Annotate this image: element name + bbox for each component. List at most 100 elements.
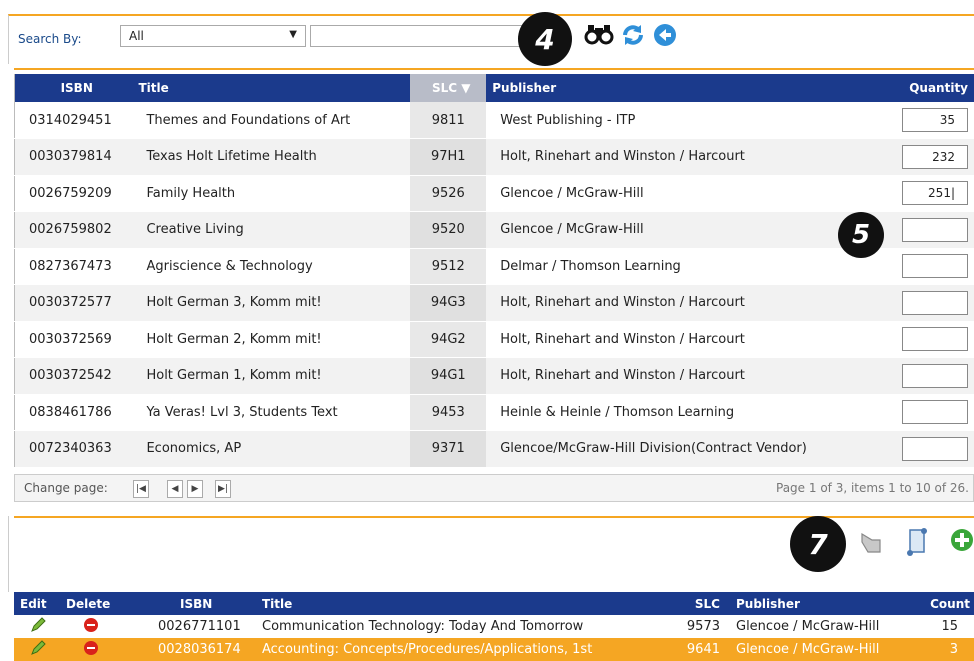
count-cell: 15	[914, 615, 974, 638]
quantity-input[interactable]	[902, 400, 968, 424]
title-cell: Family Health	[132, 175, 410, 212]
publisher-cell: Delmar / Thomson Learning	[486, 248, 894, 285]
col-publisher-2[interactable]: Publisher	[730, 592, 914, 615]
title-cell: Themes and Foundations of Art	[132, 102, 410, 139]
table-row[interactable]: 0072340363Economics, AP9371Glencoe/McGra…	[15, 431, 974, 468]
table-row[interactable]: 0030372542Holt German 1, Komm mit!94G1Ho…	[15, 358, 974, 395]
first-page-icon[interactable]: |◀	[133, 480, 149, 498]
quantity-input[interactable]	[902, 327, 968, 351]
slc-cell: 94G3	[410, 285, 486, 322]
isbn-cell: 0072340363	[15, 431, 133, 468]
quantity-input[interactable]	[902, 218, 968, 242]
col-edit: Edit	[14, 592, 60, 615]
publisher-cell: Holt, Rinehart and Winston / Harcourt	[486, 321, 894, 358]
quantity-input[interactable]: 251|	[902, 181, 968, 205]
add-icon[interactable]	[950, 526, 974, 554]
title-cell: Communication Technology: Today And Tomo…	[256, 615, 666, 638]
table-row[interactable]: 0030379814Texas Holt Lifetime Health97H1…	[15, 139, 974, 176]
isbn-cell: 0838461786	[15, 394, 133, 431]
quantity-input[interactable]: 35	[902, 108, 968, 132]
binoculars-icon[interactable]	[584, 22, 614, 46]
table-row[interactable]: 0827367473Agriscience & Technology9512De…	[15, 248, 974, 285]
col-title[interactable]: Title	[132, 74, 410, 102]
callout-badge-5: 5	[838, 212, 884, 258]
quantity-input[interactable]: 232	[902, 145, 968, 169]
pencil-icon[interactable]	[30, 645, 46, 660]
slc-cell: 9520	[410, 212, 486, 249]
table-row[interactable]: 0314029451Themes and Foundations of Art9…	[15, 102, 974, 139]
slc-cell: 9453	[410, 394, 486, 431]
col-count[interactable]: Count	[914, 592, 974, 615]
list-item[interactable]: 0026771101Communication Technology: Toda…	[14, 615, 974, 638]
delete-icon[interactable]	[84, 641, 98, 655]
last-page-icon[interactable]: ▶|	[215, 480, 231, 498]
title-cell: Holt German 1, Komm mit!	[132, 358, 410, 395]
next-page-icon[interactable]: ▶	[187, 480, 203, 498]
col-publisher[interactable]: Publisher	[486, 74, 894, 102]
back-arrow-icon[interactable]	[652, 22, 678, 48]
count-cell: 3	[914, 638, 974, 661]
table-row[interactable]: 0026759802Creative Living9520Glencoe / M…	[15, 212, 974, 249]
title-cell: Economics, AP	[132, 431, 410, 468]
isbn-cell: 0026759209	[15, 175, 133, 212]
title-cell: Holt German 2, Komm mit!	[132, 321, 410, 358]
col-slc-2[interactable]: SLC	[666, 592, 730, 615]
quantity-input[interactable]	[902, 364, 968, 388]
prev-page-icon[interactable]: ◀	[167, 480, 183, 498]
search-field-value: All	[129, 29, 144, 43]
col-isbn[interactable]: ISBN	[15, 74, 133, 102]
isbn-cell: 0314029451	[15, 102, 133, 139]
title-cell: Accounting: Concepts/Procedures/Applicat…	[256, 638, 666, 661]
table-row[interactable]: 0030372577Holt German 3, Komm mit!94G3Ho…	[15, 285, 974, 322]
callout-badge-4: 4	[518, 12, 572, 66]
title-cell: Ya Veras! Lvl 3, Students Text	[132, 394, 410, 431]
slc-cell: 9573	[666, 615, 730, 638]
slc-cell: 94G1	[410, 358, 486, 395]
isbn-cell: 0026759802	[15, 212, 133, 249]
scroll-icon[interactable]	[902, 526, 932, 558]
col-slc-sorted[interactable]: SLC ▼	[410, 74, 486, 102]
publisher-cell: Heinle & Heinle / Thomson Learning	[486, 394, 894, 431]
quantity-input[interactable]	[902, 254, 968, 278]
isbn-cell: 0026771101	[144, 615, 256, 638]
title-cell: Creative Living	[132, 212, 410, 249]
publisher-cell: Glencoe / McGraw-Hill	[486, 212, 894, 249]
hand-pointer-icon[interactable]	[856, 528, 886, 558]
panel-border	[8, 516, 9, 592]
col-title-2[interactable]: Title	[256, 592, 666, 615]
table-row[interactable]: 0026759209Family Health9526Glencoe / McG…	[15, 175, 974, 212]
slc-cell: 9512	[410, 248, 486, 285]
publisher-cell: Glencoe/McGraw-Hill Division(Contract Ve…	[486, 431, 894, 468]
list-item[interactable]: 0028036174Accounting: Concepts/Procedure…	[14, 638, 974, 661]
isbn-cell: 0030372542	[15, 358, 133, 395]
publisher-cell: Glencoe / McGraw-Hill	[730, 638, 914, 661]
books-grid: ISBN Title SLC ▼ Publisher Quantity 0314…	[14, 74, 974, 468]
title-cell: Holt German 3, Komm mit!	[132, 285, 410, 322]
change-page-label: Change page:	[24, 481, 108, 495]
section-divider	[14, 68, 974, 70]
isbn-cell: 0827367473	[15, 248, 133, 285]
publisher-cell: Glencoe / McGraw-Hill	[486, 175, 894, 212]
publisher-cell: Holt, Rinehart and Winston / Harcourt	[486, 285, 894, 322]
publisher-cell: Holt, Rinehart and Winston / Harcourt	[486, 139, 894, 176]
slc-cell: 97H1	[410, 139, 486, 176]
table-row[interactable]: 0030372569Holt German 2, Komm mit!94G2Ho…	[15, 321, 974, 358]
refresh-icon[interactable]	[620, 22, 646, 48]
title-cell: Texas Holt Lifetime Health	[132, 139, 410, 176]
publisher-cell: Holt, Rinehart and Winston / Harcourt	[486, 358, 894, 395]
col-isbn-2[interactable]: ISBN	[144, 592, 256, 615]
table-row[interactable]: 0838461786Ya Veras! Lvl 3, Students Text…	[15, 394, 974, 431]
isbn-cell: 0030372569	[15, 321, 133, 358]
pencil-icon[interactable]	[30, 622, 46, 637]
callout-badge-7: 7	[790, 516, 846, 572]
col-quantity[interactable]: Quantity	[894, 74, 974, 102]
publisher-cell: West Publishing - ITP	[486, 102, 894, 139]
publisher-cell: Glencoe / McGraw-Hill	[730, 615, 914, 638]
delete-icon[interactable]	[84, 618, 98, 632]
isbn-cell: 0030379814	[15, 139, 133, 176]
search-field-select[interactable]: All ▼	[120, 25, 306, 47]
search-input[interactable]	[310, 25, 530, 47]
quantity-input[interactable]	[902, 437, 968, 461]
quantity-input[interactable]	[902, 291, 968, 315]
section-divider-2	[14, 516, 974, 518]
